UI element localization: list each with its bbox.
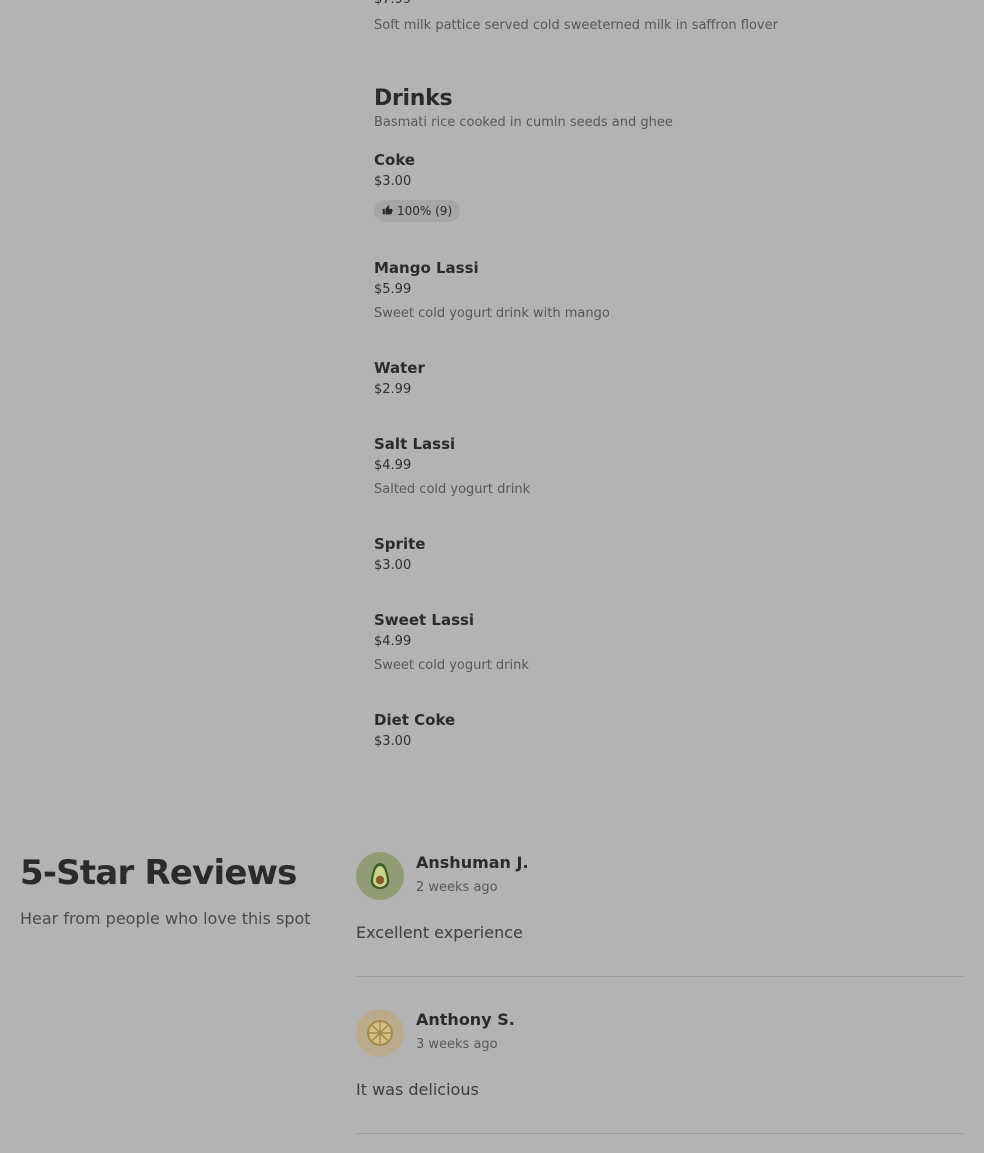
item-price: $3.00 bbox=[374, 734, 412, 749]
reviews-heading: 5-Star Reviews bbox=[20, 853, 297, 893]
menu-item-water[interactable]: Water $2.99 bbox=[374, 358, 954, 398]
item-price: $4.99 bbox=[374, 458, 412, 473]
thumbs-up-icon bbox=[382, 204, 393, 218]
item-name: Sprite bbox=[374, 535, 426, 553]
divider bbox=[356, 976, 964, 977]
section-description: Basmati rice cooked in cumin seeds and g… bbox=[374, 115, 673, 130]
menu-section-drinks: Drinks Basmati rice cooked in cumin seed… bbox=[374, 84, 954, 749]
item-price: $5.99 bbox=[374, 282, 412, 297]
reviews-subheading: Hear from people who love this spot bbox=[20, 909, 311, 928]
menu-item-coke[interactable]: Coke $3.00 100% (9) bbox=[374, 150, 954, 222]
reviewer-name: Anshuman J. bbox=[416, 853, 529, 872]
item-price: $3.00 bbox=[374, 558, 412, 573]
divider bbox=[356, 1133, 964, 1134]
restaurant-page: $7.99 Soft milk pattice served cold swee… bbox=[0, 0, 984, 1153]
item-name: Water bbox=[374, 359, 425, 377]
item-name: Diet Coke bbox=[374, 711, 456, 729]
item-description: Sweet cold yogurt drink with mango bbox=[374, 306, 610, 321]
section-title: Drinks bbox=[374, 86, 453, 111]
rating-text: 100% (9) bbox=[397, 204, 453, 218]
menu-item-mango-lassi[interactable]: Mango Lassi $5.99 Sweet cold yogurt drin… bbox=[374, 258, 954, 322]
item-price: $2.99 bbox=[374, 382, 412, 397]
reviewer-name: Anthony S. bbox=[416, 1010, 515, 1029]
avocado-icon bbox=[356, 852, 404, 900]
item-price: $7.99 bbox=[374, 0, 934, 8]
review-date: 2 weeks ago bbox=[416, 880, 498, 895]
item-description: Soft milk pattice served cold sweeterned… bbox=[374, 18, 778, 33]
menu-item-sweet-lassi[interactable]: Sweet Lassi $4.99 Sweet cold yogurt drin… bbox=[374, 610, 954, 674]
rating-badge: 100% (9) bbox=[374, 200, 461, 222]
item-name: Coke bbox=[374, 151, 416, 169]
menu-item-salt-lassi[interactable]: Salt Lassi $4.99 Salted cold yogurt drin… bbox=[374, 434, 954, 498]
item-name: Sweet Lassi bbox=[374, 611, 475, 629]
menu-item-diet-coke[interactable]: Diet Coke $3.00 bbox=[374, 710, 954, 750]
citrus-icon bbox=[356, 1009, 404, 1057]
menu-item-sprite[interactable]: Sprite $3.00 bbox=[374, 534, 954, 574]
review-text: It was delicious bbox=[356, 1080, 479, 1099]
item-price: $3.00 bbox=[374, 174, 412, 189]
item-name: Mango Lassi bbox=[374, 259, 479, 277]
item-name: Salt Lassi bbox=[374, 435, 456, 453]
item-description: Sweet cold yogurt drink bbox=[374, 658, 529, 673]
review-date: 3 weeks ago bbox=[416, 1037, 498, 1052]
item-price: $4.99 bbox=[374, 634, 412, 649]
review-text: Excellent experience bbox=[356, 923, 523, 942]
item-description: Salted cold yogurt drink bbox=[374, 482, 531, 497]
menu-item-partial[interactable]: $7.99 Soft milk pattice served cold swee… bbox=[374, 0, 934, 34]
